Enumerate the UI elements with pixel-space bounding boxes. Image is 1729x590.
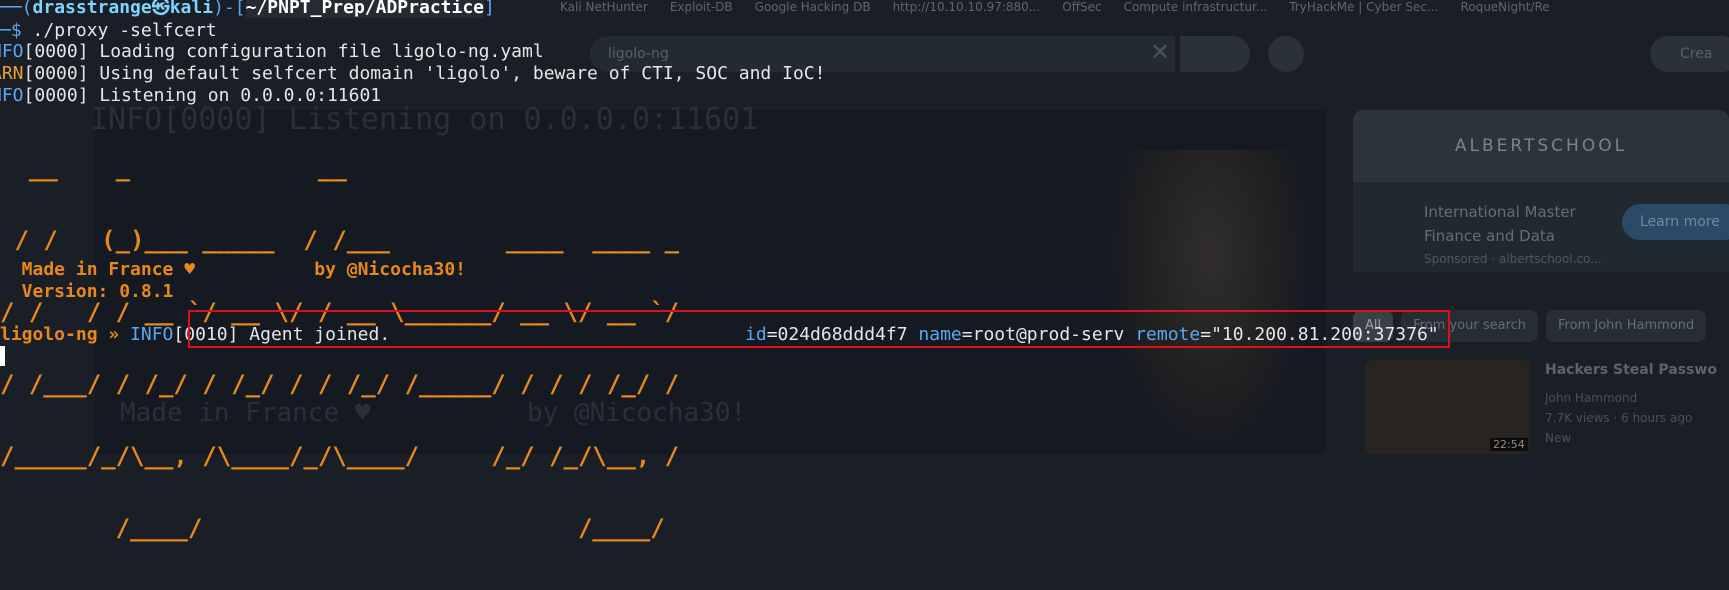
- terminal-cursor: [0, 346, 5, 366]
- prompt-path: ~/PNPT_Prep/ADPractice: [245, 0, 485, 18]
- terminal-window[interactable]: ──(drasstrange㉿kali)-[~/PNPT_Prep/ADPrac…: [0, 0, 1729, 540]
- prompt-symbol: ─$: [0, 20, 33, 41]
- log-code: [0000]: [23, 85, 89, 106]
- log-level: NFO: [0, 85, 24, 106]
- log-line: ARN[0000] Using default selfcert domain …: [0, 63, 825, 85]
- log-level: ARN: [0, 63, 24, 84]
- log-level: NFO: [0, 41, 24, 62]
- log-code: [0000]: [23, 63, 89, 84]
- banner-line: /_____/_/\__, /\____/_/\____/ /_/ /_/\__…: [0, 442, 680, 470]
- command-text: ./proxy -selfcert: [32, 20, 217, 41]
- shell-prompt: ──(drasstrange㉿kali)-[~/PNPT_Prep/ADPrac…: [0, 0, 495, 18]
- command-line: ─$ ./proxy -selfcert: [0, 20, 217, 42]
- prompt-decoration: )-[: [213, 0, 246, 18]
- banner-line: / / (_)___ _____ / /___ ____ ____ _: [0, 226, 680, 254]
- log-message: Using default selfcert domain 'ligolo', …: [88, 63, 826, 84]
- prompt-decoration: ]: [484, 0, 495, 18]
- ligolo-ascii-banner: __ _ __ / / (_)___ _____ / /___ ____ ___…: [0, 108, 679, 588]
- banner-line: /____/ /____/: [0, 514, 665, 542]
- log-line: NFO[0000] Loading configuration file lig…: [0, 41, 544, 63]
- version-line: Version: 0.8.1: [0, 281, 174, 302]
- log-level: INFO: [130, 324, 174, 345]
- log-message: Listening on 0.0.0.0:11601: [88, 85, 382, 106]
- annotation-highlight-box: [188, 310, 1450, 348]
- banner-line: __ _ __: [0, 154, 347, 182]
- banner-line: / /___/ / /_/ / /_/ / / /_/ /_____/ / / …: [0, 370, 680, 398]
- made-in-line: Made in France ♥ by @Nicocha30!: [0, 259, 466, 280]
- log-code: [0000]: [23, 41, 89, 62]
- prompt-decoration: ──(: [0, 0, 33, 18]
- ligolo-prompt: ligolo-ng »: [0, 324, 131, 345]
- log-message: Loading configuration file ligolo-ng.yam…: [88, 41, 544, 62]
- log-line: NFO[0000] Listening on 0.0.0.0:11601: [0, 85, 381, 107]
- prompt-user: drasstrange㉿kali: [32, 0, 214, 18]
